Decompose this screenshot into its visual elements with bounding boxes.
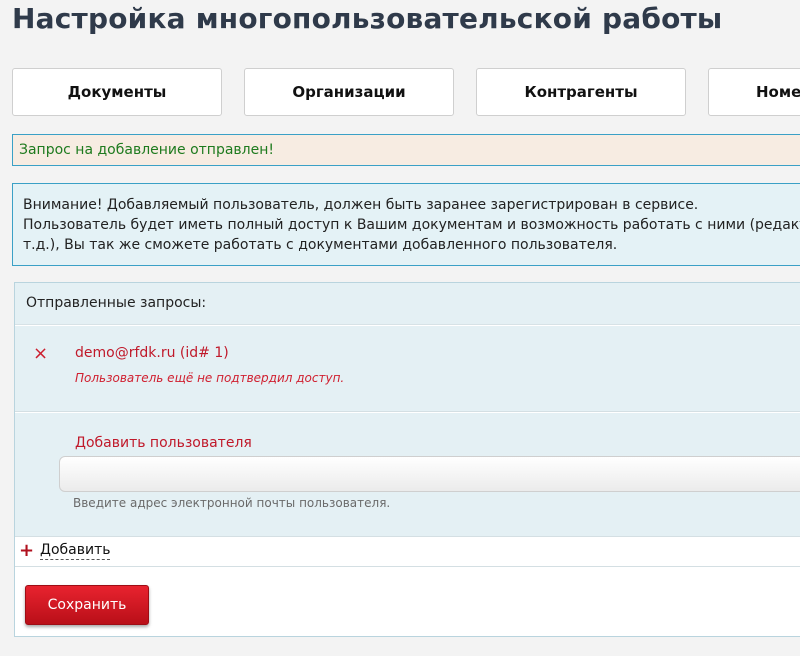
email-input-hint: Введите адрес электронной почты пользова… (73, 496, 391, 510)
info-line-1: Внимание! Добавляемый пользователь, долж… (23, 197, 699, 213)
info-alert: Внимание! Добавляемый пользователь, долж… (12, 183, 800, 266)
tab-numbers[interactable]: Номе (708, 68, 800, 116)
tab-counterparties[interactable]: Контрагенты (476, 68, 686, 116)
users-panel: Отправленные запросы: × demo@rfdk.ru (id… (14, 282, 800, 637)
add-user-label: Добавить пользователя (75, 435, 252, 451)
page-title: Настройка многопользовательской работы (12, 2, 723, 35)
request-email: demo@rfdk.ru (id# 1) (75, 345, 229, 361)
user-email-input[interactable] (59, 456, 800, 492)
plus-icon: + (19, 540, 35, 561)
add-link-row: + Добавить (15, 538, 800, 567)
tab-documents[interactable]: Документы (12, 68, 222, 116)
sent-requests-header: Отправленные запросы: (15, 283, 800, 325)
request-status: Пользователь ещё не подтвердил доступ. (75, 371, 345, 385)
tab-bar: Документы Организации Контрагенты Номе (12, 68, 800, 118)
info-line-3: т.д.), Вы так же сможете работать с доку… (23, 237, 618, 253)
add-more-link[interactable]: Добавить (40, 542, 111, 560)
save-button[interactable]: Сохранить (25, 585, 149, 625)
success-alert: Запрос на добавление отправлен! (12, 134, 800, 166)
remove-request-icon[interactable]: × (33, 345, 48, 363)
add-user-block: Добавить пользователя Введите адрес элек… (15, 413, 800, 537)
tab-organizations[interactable]: Организации (244, 68, 454, 116)
info-line-2: Пользователь будет иметь полный доступ к… (23, 217, 800, 233)
request-row: × demo@rfdk.ru (id# 1) Пользователь ещё … (15, 326, 800, 412)
